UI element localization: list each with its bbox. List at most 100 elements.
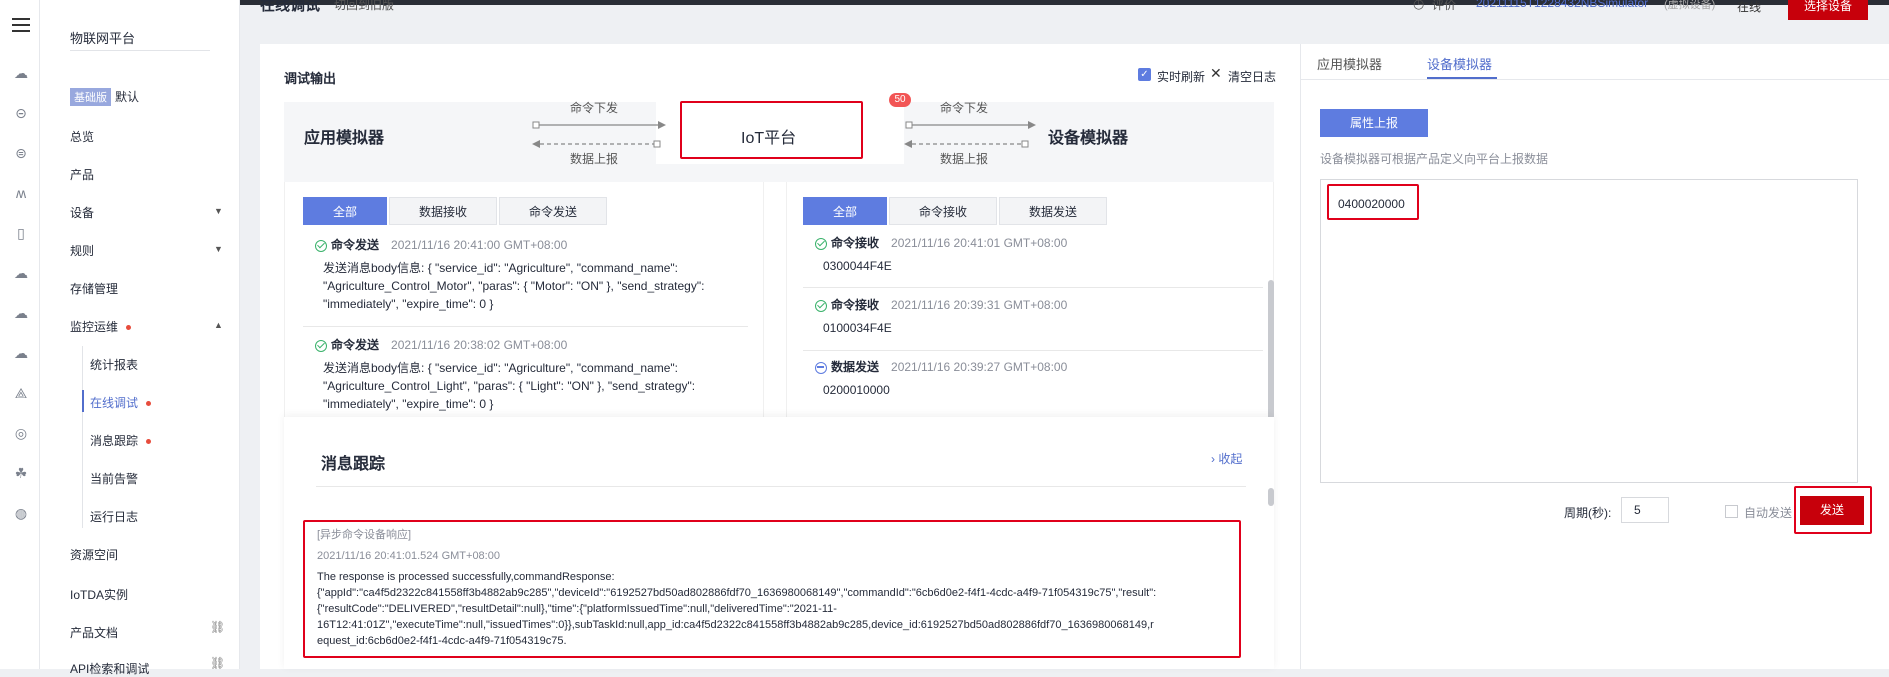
chevron-up-icon[interactable]: ▲ xyxy=(214,320,223,330)
menu-toggle-icon[interactable] xyxy=(12,18,30,32)
success-icon xyxy=(815,237,827,250)
tab-all[interactable]: 全部 xyxy=(803,197,887,225)
icon-bar: ☁ ⊝ ⊜ ʍ ▯ ☁ ☁ ☁ ⟁ ◎ ☘ ◍ xyxy=(0,0,40,669)
realtime-refresh-checkbox[interactable]: ✓ xyxy=(1138,68,1151,81)
clear-icon[interactable]: ✕ xyxy=(1210,65,1222,82)
device-icon[interactable]: ⊝ xyxy=(12,104,30,122)
sidebar: 物联网平台 基础版 默认 总览 产品 设备 ▼ 规则 ▼ 存储管理 监控运维 ▲ … xyxy=(40,0,240,676)
cloud-icon[interactable]: ☁ xyxy=(12,264,30,282)
sidebar-item-alarms[interactable]: 当前告警 xyxy=(90,470,138,487)
sidebar-item-online-debug[interactable]: 在线调试 xyxy=(90,394,152,411)
period-input[interactable]: 5 xyxy=(1621,497,1669,523)
alert-dot xyxy=(146,401,152,407)
back-to-old-link[interactable]: 切回到旧版 xyxy=(334,0,394,13)
log-divider xyxy=(803,350,1263,351)
log-entry: 命令发送 2021/11/16 20:38:02 GMT+08:00 发送消息bo… xyxy=(303,336,753,413)
external-link-icon[interactable]: ⛓ xyxy=(210,656,225,670)
page-title: 在线调试 xyxy=(260,0,321,14)
collapse-link[interactable]: › 收起 xyxy=(1211,450,1242,467)
tab-data-send[interactable]: 数据发送 xyxy=(999,197,1107,225)
tab-command-send[interactable]: 命令发送 xyxy=(499,197,607,225)
property-report-button[interactable]: 属性上报 xyxy=(1320,109,1428,137)
cloud-upload-icon[interactable]: ☁ xyxy=(12,304,30,322)
storage-icon[interactable]: ⊜ xyxy=(12,144,30,162)
device-name[interactable]: 20211115T1228432NBSimulator xyxy=(1476,0,1648,10)
sidebar-item-rules[interactable]: 规则 xyxy=(70,242,94,259)
realtime-refresh-label: 实时刷新 xyxy=(1157,70,1206,84)
log-entry: 数据发送 2021/11/16 20:39:27 GMT+08:00 020001… xyxy=(803,358,1243,399)
message-trace-title: 消息跟踪 xyxy=(321,456,386,473)
device-status: 在线 xyxy=(1737,0,1762,14)
simulator-hint: 设备模拟器可根据产品定义向平台上报数据 xyxy=(1320,152,1549,166)
select-device-button[interactable]: 选择设备 xyxy=(1788,0,1868,20)
tab-device-simulator[interactable]: 设备模拟器 xyxy=(1427,54,1492,73)
cluster-icon[interactable]: ☘ xyxy=(12,464,30,482)
edition-badge: 基础版 xyxy=(70,88,111,106)
tree-line xyxy=(82,346,83,528)
device-label: 评价 xyxy=(1432,0,1457,12)
log-line: "immediately", "expire_time": 0 } xyxy=(323,297,494,311)
log-value: 0300044F4E xyxy=(823,259,892,273)
success-icon xyxy=(315,239,327,252)
cloud-download-icon[interactable]: ☁ xyxy=(12,344,30,362)
tab-command-receive[interactable]: 命令接收 xyxy=(889,197,997,225)
auto-send-label: 自动发送 xyxy=(1744,506,1793,520)
sidebar-item-run-log[interactable]: 运行日志 xyxy=(90,508,138,525)
device-simulator-label: 设备模拟器 xyxy=(1048,130,1129,147)
device-cmd-down-label: 命令下发 xyxy=(940,101,989,115)
log-type: 命令发送 xyxy=(331,238,380,252)
sidebar-item-overview[interactable]: 总览 xyxy=(70,128,94,145)
sidebar-item-ops[interactable]: 监控运维 xyxy=(70,318,132,335)
edition-selector[interactable]: 基础版 默认 xyxy=(70,88,139,106)
device-tag: (虚拟设备) xyxy=(1664,0,1716,11)
log-time: 2021/11/16 20:41:01 GMT+08:00 xyxy=(891,236,1068,250)
debug-output-title: 调试输出 xyxy=(284,71,337,86)
highlight-send-button xyxy=(1794,486,1872,534)
trace-divider xyxy=(316,486,1246,487)
highlight-iot-platform xyxy=(680,101,863,159)
report-data-input[interactable] xyxy=(1320,179,1858,483)
log-value: 0100034F4E xyxy=(823,321,892,335)
sidebar-divider xyxy=(70,50,210,51)
auto-send-checkbox[interactable] xyxy=(1725,505,1738,518)
sidebar-item-storage[interactable]: 存储管理 xyxy=(70,280,118,297)
tab-data-receive[interactable]: 数据接收 xyxy=(389,197,497,225)
cloud-icon[interactable]: ☁ xyxy=(12,64,30,82)
app-simulator-label: 应用模拟器 xyxy=(304,130,385,147)
sidebar-item-resource-space[interactable]: 资源空间 xyxy=(70,546,118,563)
sidebar-item-label: 消息跟踪 xyxy=(90,434,139,448)
highlight-trace-entry xyxy=(303,520,1241,658)
tab-app-simulator[interactable]: 应用模拟器 xyxy=(1317,54,1382,73)
sidebar-item-device[interactable]: 设备 xyxy=(70,204,94,221)
external-link-icon[interactable]: ⛓ xyxy=(210,620,225,634)
globe-icon[interactable]: ◍ xyxy=(12,504,30,522)
trace-scrollbar[interactable] xyxy=(1268,488,1274,506)
log-type: 命令接收 xyxy=(831,236,880,250)
tab-all[interactable]: 全部 xyxy=(303,197,387,225)
sidebar-item-message-trace[interactable]: 消息跟踪 xyxy=(90,432,152,449)
clear-log-button[interactable]: 清空日志 xyxy=(1228,68,1276,85)
document-icon[interactable]: ▯ xyxy=(12,224,30,242)
log-line: "Agriculture_Control_Motor", "paras": { … xyxy=(323,279,705,293)
alert-dot xyxy=(146,439,152,445)
log-value: 0200010000 xyxy=(823,383,890,397)
monitor-icon[interactable]: ʍ xyxy=(12,184,30,202)
period-label: 周期(秒): xyxy=(1564,506,1612,520)
log-divider xyxy=(803,287,1263,288)
log-scrollbar[interactable] xyxy=(1268,280,1274,420)
ip-icon[interactable]: ◎ xyxy=(12,424,30,442)
collapse-label: 收起 xyxy=(1218,452,1243,466)
log-type: 命令发送 xyxy=(331,338,380,352)
sidebar-item-stats[interactable]: 统计报表 xyxy=(90,356,138,373)
success-icon xyxy=(315,339,327,352)
network-icon[interactable]: ⟁ xyxy=(12,384,30,402)
sidebar-item-iotda-instance[interactable]: IoTDA实例 xyxy=(70,586,128,603)
platform-title: 物联网平台 xyxy=(70,31,136,46)
log-type: 数据发送 xyxy=(831,360,880,374)
chevron-down-icon[interactable]: ▼ xyxy=(214,206,223,216)
sidebar-item-product-docs[interactable]: 产品文档 xyxy=(70,624,118,641)
sidebar-item-product[interactable]: 产品 xyxy=(70,166,94,183)
alert-dot xyxy=(126,325,132,331)
log-type: 命令接收 xyxy=(831,298,880,312)
chevron-down-icon[interactable]: ▼ xyxy=(214,244,223,254)
